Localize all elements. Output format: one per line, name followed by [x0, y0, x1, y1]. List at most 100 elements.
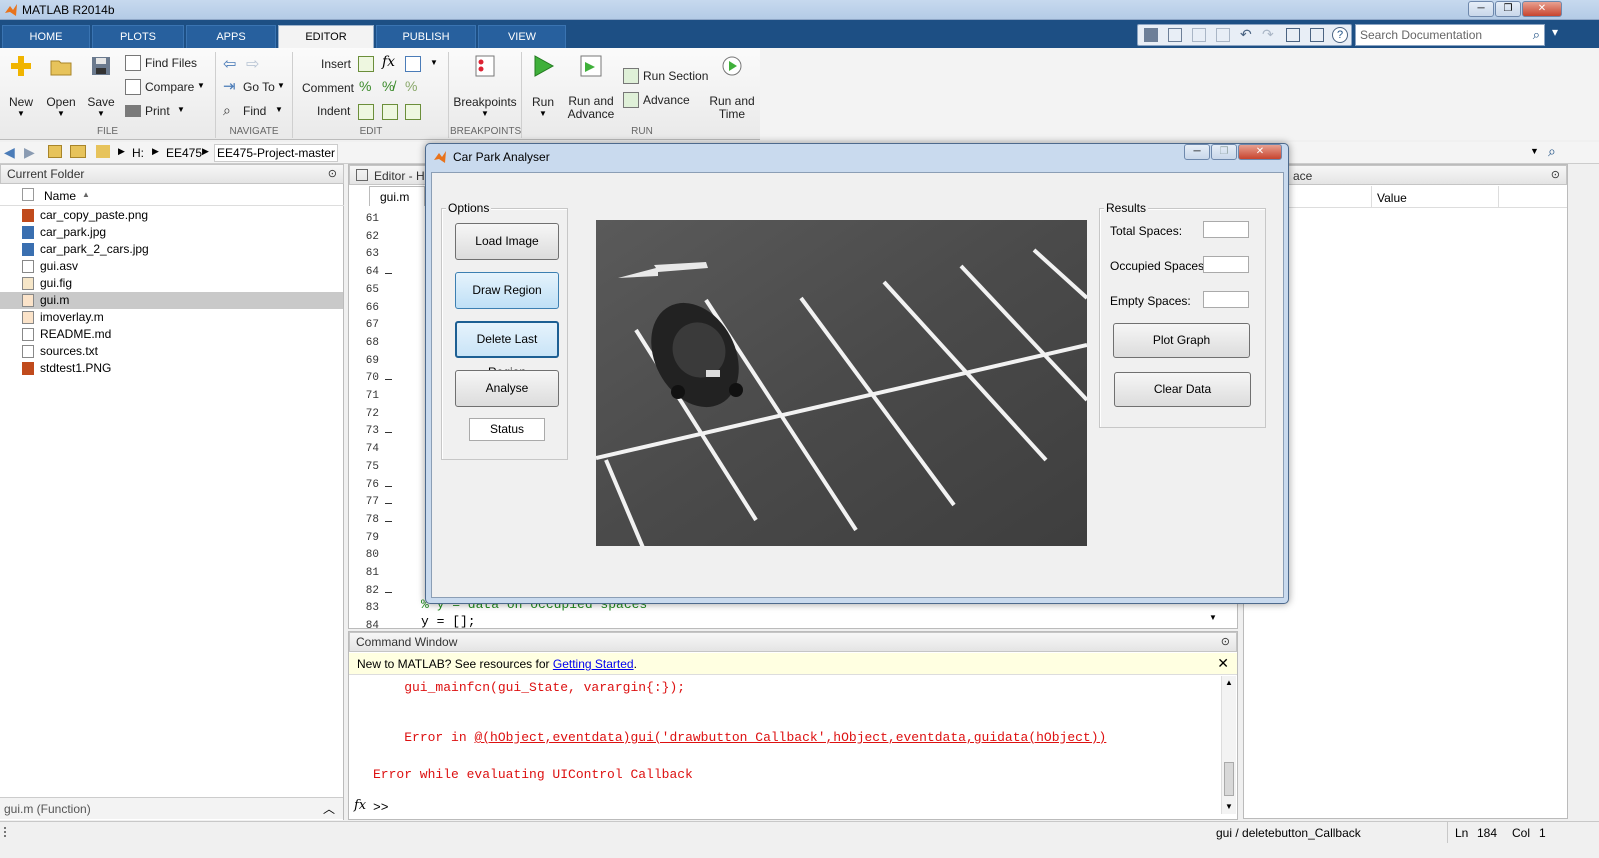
close-button[interactable]: ✕: [1522, 1, 1562, 17]
browse-folder-icon[interactable]: [70, 145, 86, 158]
plot-graph-button[interactable]: Plot Graph: [1113, 323, 1250, 358]
compare-button[interactable]: Compare ▼: [125, 79, 210, 97]
help-icon[interactable]: ?: [1332, 27, 1348, 43]
details-panel[interactable]: gui.m (Function) ︿: [0, 797, 343, 819]
nav-forward-icon[interactable]: ▶: [24, 144, 35, 161]
forward-arrow-icon[interactable]: ⇨: [246, 54, 259, 74]
minimize-button[interactable]: ─: [1468, 1, 1494, 17]
chevron-down-icon[interactable]: ▼: [430, 58, 438, 67]
error-callback-link[interactable]: @(hObject,eventdata)gui('drawbutton_Call…: [474, 730, 1106, 745]
up-folder-icon[interactable]: [48, 145, 62, 158]
quick-save-icon[interactable]: [1144, 28, 1158, 42]
new-button[interactable]: New ▼: [4, 54, 38, 118]
draw-region-button[interactable]: Draw Region: [455, 272, 559, 309]
run-section-button[interactable]: Run Section: [623, 68, 708, 86]
dialog-minimize-button[interactable]: ─: [1184, 144, 1210, 160]
breakpoint-marker[interactable]: [385, 485, 392, 487]
search-documentation-input[interactable]: Search Documentation ⌕: [1355, 24, 1545, 46]
scroll-down-icon[interactable]: ▼: [1209, 613, 1217, 622]
list-item[interactable]: imoverlay.m: [0, 309, 343, 326]
tab-plots[interactable]: PLOTS: [92, 25, 184, 48]
search-icon[interactable]: ⌕: [1533, 27, 1540, 43]
editor-tab[interactable]: gui.m: [369, 186, 425, 206]
command-scrollbar[interactable]: ▲ ▼: [1221, 676, 1236, 814]
breadcrumb-drive[interactable]: H:: [132, 146, 144, 160]
dialog-close-button[interactable]: ✕: [1238, 144, 1282, 160]
car-park-image[interactable]: [596, 220, 1087, 546]
quick-switch-windows-icon[interactable]: [1286, 28, 1300, 42]
comment-icon[interactable]: %: [359, 78, 371, 94]
fx-icon[interactable]: fx: [354, 798, 366, 813]
command-prompt-row[interactable]: fx >>: [349, 798, 1219, 818]
delete-last-region-button[interactable]: Delete Last Region: [455, 321, 559, 379]
scroll-up-icon[interactable]: ▲: [1225, 678, 1233, 687]
quick-paste-icon[interactable]: [1216, 28, 1230, 42]
tab-apps[interactable]: APPS: [186, 25, 276, 48]
run-button[interactable]: Run ▼: [526, 54, 560, 118]
list-item-selected[interactable]: gui.m: [0, 292, 343, 309]
print-button[interactable]: Print ▼: [125, 103, 195, 121]
name-column-header[interactable]: Name ▲: [0, 184, 344, 206]
toolstrip-expand-icon[interactable]: ▾: [1552, 25, 1558, 39]
back-arrow-icon[interactable]: ⇦: [223, 54, 236, 74]
run-and-advance-button[interactable]: Run and Advance: [565, 54, 617, 126]
list-item[interactable]: sources.txt: [0, 343, 343, 360]
find-button[interactable]: ⌕ Find ▼: [223, 102, 289, 121]
nav-back-icon[interactable]: ◀: [4, 144, 15, 161]
panel-menu-icon[interactable]: ⊙: [328, 167, 337, 180]
maximize-button[interactable]: ❐: [1495, 1, 1521, 17]
address-dropdown-icon[interactable]: ▼: [1530, 146, 1539, 156]
uncomment-icon[interactable]: %̸: [382, 78, 394, 94]
load-image-button[interactable]: Load Image: [455, 223, 559, 260]
list-item[interactable]: car_park.jpg: [0, 224, 343, 241]
quick-redo-icon[interactable]: ↷: [1262, 26, 1274, 43]
insert-function-menu-icon[interactable]: [405, 56, 421, 72]
list-item[interactable]: car_park_2_cars.jpg: [0, 241, 343, 258]
breakpoints-button[interactable]: Breakpoints ▼: [452, 54, 518, 118]
tab-view[interactable]: VIEW: [478, 25, 566, 48]
breakpoint-marker[interactable]: [385, 379, 392, 381]
list-item[interactable]: README.md: [0, 326, 343, 343]
find-files-button[interactable]: Find Files: [125, 55, 205, 73]
chevron-up-icon[interactable]: ︿: [323, 800, 335, 817]
increase-indent-icon[interactable]: [382, 104, 398, 120]
breakpoint-marker[interactable]: [385, 520, 392, 522]
panel-menu-icon[interactable]: ⊙: [1221, 635, 1230, 648]
code-line[interactable]: y = [];: [421, 614, 476, 629]
getting-started-link[interactable]: Getting Started: [553, 657, 634, 671]
go-to-button[interactable]: ⇥ Go To ▼: [223, 78, 289, 97]
breakpoint-marker[interactable]: [385, 503, 392, 505]
quick-layout-icon[interactable]: [1310, 28, 1324, 42]
insert-section-icon[interactable]: [358, 56, 374, 72]
tab-publish[interactable]: PUBLISH: [376, 25, 476, 48]
tab-home[interactable]: HOME: [2, 25, 90, 48]
breakpoint-marker[interactable]: [385, 273, 392, 275]
analyse-button[interactable]: Analyse: [455, 370, 559, 407]
close-icon[interactable]: ✕: [1217, 655, 1229, 672]
list-item[interactable]: stdtest1.PNG: [0, 360, 343, 377]
tab-editor[interactable]: EDITOR: [278, 25, 374, 48]
clear-data-button[interactable]: Clear Data: [1114, 372, 1251, 407]
decrease-indent-icon[interactable]: [405, 104, 421, 120]
list-item[interactable]: gui.asv: [0, 258, 343, 275]
quick-undo-icon[interactable]: ↶: [1240, 26, 1252, 43]
column-divider[interactable]: [1498, 186, 1499, 208]
quick-copy-icon[interactable]: [1192, 28, 1206, 42]
dialog-maximize-button[interactable]: ❐: [1211, 144, 1237, 160]
breakpoint-marker[interactable]: [385, 432, 392, 434]
advance-button[interactable]: Advance: [623, 92, 698, 110]
run-and-time-button[interactable]: Run and Time: [708, 54, 756, 126]
insert-function-icon[interactable]: fx: [382, 54, 395, 70]
list-item[interactable]: gui.fig: [0, 275, 343, 292]
smart-indent-icon[interactable]: [358, 104, 374, 120]
quick-cut-icon[interactable]: [1168, 28, 1182, 42]
list-item[interactable]: car_copy_paste.png: [0, 207, 343, 224]
breadcrumb-project[interactable]: EE475-Project-master: [214, 144, 339, 162]
column-divider[interactable]: [1371, 186, 1372, 208]
scroll-thumb[interactable]: [1224, 762, 1234, 796]
breakpoint-marker[interactable]: [385, 591, 392, 593]
wrap-comments-icon[interactable]: %: [405, 78, 417, 94]
open-button[interactable]: Open ▼: [44, 54, 78, 118]
panel-menu-icon[interactable]: ⊙: [1551, 168, 1560, 181]
save-button[interactable]: Save ▼: [84, 54, 118, 118]
